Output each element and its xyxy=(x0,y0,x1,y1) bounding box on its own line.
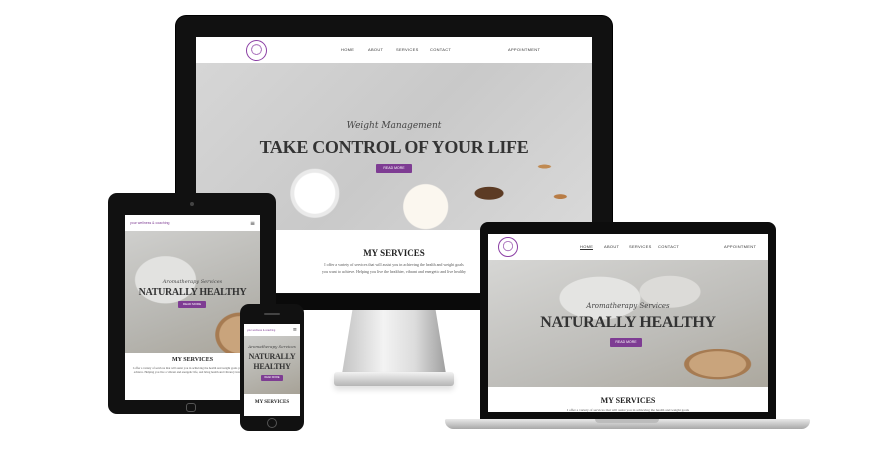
hero-headline: NATURALLY HEALTHY xyxy=(138,287,247,298)
brand-name[interactable]: your wellness & coaching xyxy=(130,221,170,225)
hero-headline-line2: HEALTHY xyxy=(253,362,291,371)
laptop-nav: HOME ABOUT SERVICES CONTACT APPOINTMENT xyxy=(488,234,768,260)
phone-services-section: MY SERVICES xyxy=(244,394,300,416)
phone-screen: your wellness & coaching ≡ Aromatherapy … xyxy=(244,324,300,416)
services-text: I offer a variety of services that will … xyxy=(566,408,689,412)
desktop-nav: HOME ABOUT SERVICES CONTACT APPOINTMENT xyxy=(196,37,592,63)
nav-services[interactable]: SERVICES xyxy=(629,244,652,249)
tree-of-life-logo[interactable] xyxy=(246,40,267,61)
nav-services[interactable]: SERVICES xyxy=(396,47,419,52)
tablet-nav: your wellness & coaching ≡ xyxy=(125,215,260,231)
hero-script-title: Aromatherapy Services xyxy=(162,279,223,285)
home-button[interactable] xyxy=(267,418,277,428)
nav-contact[interactable]: CONTACT xyxy=(658,244,679,249)
nav-home[interactable]: HOME xyxy=(341,47,354,52)
monitor-stand-base xyxy=(334,372,454,386)
hero-read-more-button[interactable]: READ MORE xyxy=(610,338,642,347)
hero-script-title: Aromatherapy Services xyxy=(248,344,296,349)
camera-icon xyxy=(190,202,194,206)
nav-about[interactable]: ABOUT xyxy=(368,47,383,52)
home-button[interactable] xyxy=(186,403,196,412)
nav-about[interactable]: ABOUT xyxy=(604,244,619,249)
hero-headline: TAKE CONTROL OF YOUR LIFE xyxy=(259,137,529,157)
laptop-notch xyxy=(595,419,659,423)
hero-script-title: Weight Management xyxy=(346,121,442,131)
hero-read-more-button[interactable]: READ MORE xyxy=(376,164,412,173)
services-text: I offer a variety of services that will … xyxy=(132,366,253,374)
nav-home[interactable]: HOME xyxy=(580,244,594,250)
laptop-services-section: MY SERVICES I offer a variety of service… xyxy=(488,387,768,412)
speaker-icon xyxy=(264,313,280,315)
hamburger-icon[interactable]: ≡ xyxy=(293,327,297,333)
laptop-screen: HOME ABOUT SERVICES CONTACT APPOINTMENT … xyxy=(488,234,768,412)
hero-read-more-button[interactable]: READ MORE xyxy=(261,375,283,381)
services-title: MY SERVICES xyxy=(254,400,290,405)
hero-read-more-button[interactable]: READ MORE xyxy=(178,301,206,308)
laptop-hero: Aromatherapy Services NATURALLY HEALTHY … xyxy=(488,260,768,387)
laptop: HOME ABOUT SERVICES CONTACT APPOINTMENT … xyxy=(445,222,810,435)
hero-headline: NATURALLY HEALTHY xyxy=(540,314,716,331)
phone-hero: Aromatherapy Services NATURALLY HEALTHY … xyxy=(244,336,300,394)
nav-appointment[interactable]: APPOINTMENT xyxy=(724,244,756,249)
services-title: MY SERVICES xyxy=(600,396,656,405)
monitor-stand-neck xyxy=(342,310,446,374)
hero-headline-line1: NATURALLY xyxy=(248,352,296,361)
brand-name[interactable]: your wellness & coaching xyxy=(247,329,275,332)
hero-script-title: Aromatherapy Services xyxy=(586,302,670,310)
tree-of-life-logo[interactable] xyxy=(498,237,518,257)
smartphone: your wellness & coaching ≡ Aromatherapy … xyxy=(240,304,304,431)
nav-appointment[interactable]: APPOINTMENT xyxy=(508,47,540,52)
phone-nav: your wellness & coaching ≡ xyxy=(244,324,300,336)
nav-contact[interactable]: CONTACT xyxy=(430,47,451,52)
hamburger-icon[interactable]: ≡ xyxy=(250,220,255,227)
